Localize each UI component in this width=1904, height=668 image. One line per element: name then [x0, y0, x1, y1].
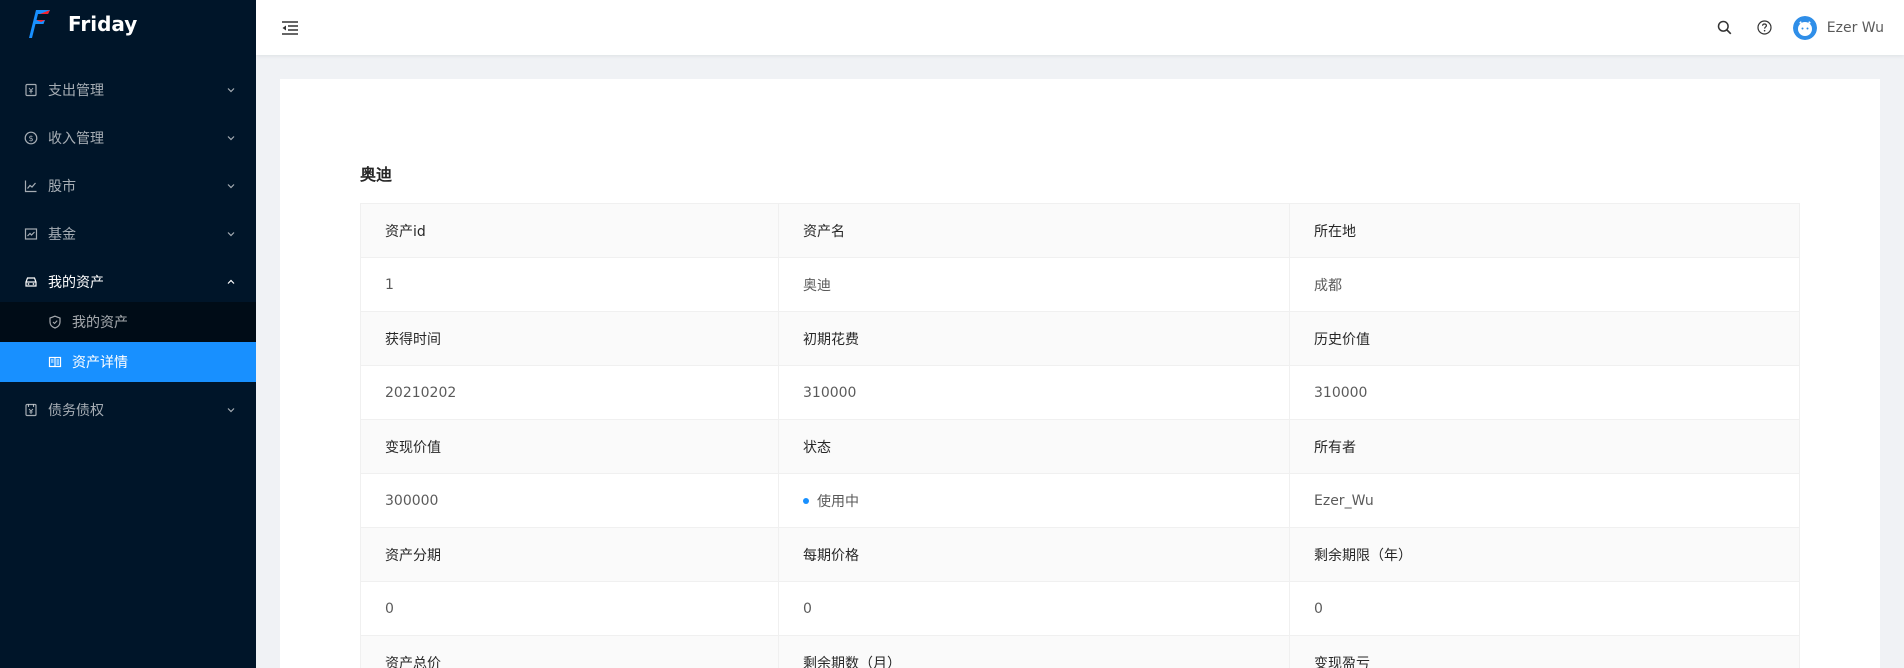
field-label: 资产id [360, 203, 779, 258]
app-logo[interactable]: Friday [0, 0, 256, 48]
field-label: 获得时间 [360, 311, 779, 366]
sidebar-item-my-assets[interactable]: 我的资产 [0, 262, 256, 302]
search-button[interactable] [1705, 0, 1745, 55]
sidebar-subitem-asset-detail[interactable]: 资产详情 [0, 342, 256, 382]
field-value: 300000 [360, 473, 779, 528]
question-circle-icon [1757, 20, 1772, 35]
sidebar-item-label: 股市 [48, 179, 76, 195]
header-actions: Ezer Wu [1705, 0, 1904, 55]
field-label: 变现盈亏 [1289, 635, 1800, 668]
field-value: 310000 [1289, 365, 1800, 420]
field-label: 历史价值 [1289, 311, 1800, 366]
friday-logo-icon [29, 10, 50, 38]
field-value: Ezer_Wu [1289, 473, 1800, 528]
sidebar-item-label: 基金 [48, 227, 76, 243]
menu-fold-button[interactable] [280, 18, 300, 38]
field-value: 20210202 [360, 365, 779, 420]
status-text: 使用中 [817, 493, 859, 510]
field-label: 每期价格 [778, 527, 1290, 582]
sidebar-item-label: 支出管理 [48, 83, 104, 99]
sidebar-item-label: 我的资产 [48, 275, 104, 291]
sidebar-item-expense[interactable]: 支出管理 [0, 70, 256, 110]
sidebar-item-stock[interactable]: 股市 [0, 166, 256, 206]
field-value: 奥迪 [778, 257, 1290, 312]
sidebar-item-label: 债务债权 [48, 403, 104, 419]
account-book-icon [24, 403, 38, 417]
field-label: 变现价值 [360, 419, 779, 474]
avatar-icon [1792, 15, 1817, 40]
field-label: 状态 [778, 419, 1290, 474]
svg-text:$: $ [28, 134, 33, 143]
car-icon [24, 275, 38, 289]
field-label: 初期花费 [778, 311, 1290, 366]
value-row: 0 0 0 [360, 581, 1800, 636]
label-row: 资产id 资产名 所在地 [360, 203, 1800, 258]
value-row: 300000 使用中 Ezer_Wu [360, 473, 1800, 528]
help-button[interactable] [1745, 0, 1785, 55]
label-row: 变现价值 状态 所有者 [360, 419, 1800, 474]
submenu-my-assets: 我的资产 资产详情 [0, 302, 256, 382]
dollar-circle-icon: $ [24, 131, 38, 145]
field-label: 资产总价 [360, 635, 779, 668]
field-label: 所在地 [1289, 203, 1800, 258]
label-row: 资产分期 每期价格 剩余期限（年） [360, 527, 1800, 582]
chevron-down-icon [226, 405, 236, 415]
shield-icon [48, 315, 62, 329]
menu-fold-icon [282, 20, 298, 35]
sidebar-item-label: 收入管理 [48, 131, 104, 147]
chevron-down-icon [226, 85, 236, 95]
fund-icon [24, 227, 38, 241]
sidebar-subitem-label: 资产详情 [72, 355, 128, 371]
field-value: 1 [360, 257, 779, 312]
chevron-down-icon [226, 133, 236, 143]
field-label: 剩余期限（年） [1289, 527, 1800, 582]
top-header: Ezer Wu [256, 0, 1904, 55]
field-value: 0 [360, 581, 779, 636]
value-row: 20210202 310000 310000 [360, 365, 1800, 420]
app-name: Friday [68, 12, 138, 36]
chevron-down-icon [226, 181, 236, 191]
profile-icon [48, 355, 62, 369]
value-row: 1 奥迪 成都 [360, 257, 1800, 312]
field-value: 0 [778, 581, 1290, 636]
search-icon [1718, 20, 1732, 35]
status-dot [803, 497, 809, 504]
sidebar-item-income[interactable]: $ 收入管理 [0, 118, 256, 158]
field-value: 成都 [1289, 257, 1800, 312]
field-value: 0 [1289, 581, 1800, 636]
main-content: 奥迪 资产id 资产名 所在地 1 奥迪 成都 获得时间 初期花费 历史价值 2… [280, 79, 1880, 668]
page-title: 奥迪 [360, 165, 393, 184]
line-chart-icon [24, 179, 38, 193]
status-cell: 使用中 [778, 473, 1290, 528]
sidebar-item-fund[interactable]: 基金 [0, 214, 256, 254]
label-row: 资产总价 剩余期数（月） 变现盈亏 [360, 635, 1800, 668]
sidebar-subitem-my-assets[interactable]: 我的资产 [0, 302, 256, 342]
sidebar-menu: 支出管理 $ 收入管理 股市 基金 我的资产 我的资产 资产详情 债务债权 [0, 70, 256, 430]
sidebar: Friday 支出管理 $ 收入管理 股市 基金 我的资产 我的资产 资产详情 … [0, 0, 256, 668]
field-label: 资产名 [778, 203, 1290, 258]
field-label: 剩余期数（月） [778, 635, 1290, 668]
user-menu[interactable]: Ezer Wu [1785, 0, 1892, 55]
wallet-icon [24, 83, 38, 97]
sidebar-subitem-label: 我的资产 [72, 315, 128, 331]
chevron-up-icon [226, 277, 236, 287]
user-name: Ezer Wu [1826, 19, 1884, 36]
avatar [1792, 15, 1817, 40]
field-label: 所有者 [1289, 419, 1800, 474]
chevron-down-icon [226, 229, 236, 239]
asset-description-table: 资产id 资产名 所在地 1 奥迪 成都 获得时间 初期花费 历史价值 2021… [360, 203, 1800, 668]
field-label: 资产分期 [360, 527, 779, 582]
field-value: 310000 [778, 365, 1290, 420]
sidebar-item-debt[interactable]: 债务债权 [0, 390, 256, 430]
label-row: 获得时间 初期花费 历史价值 [360, 311, 1800, 366]
